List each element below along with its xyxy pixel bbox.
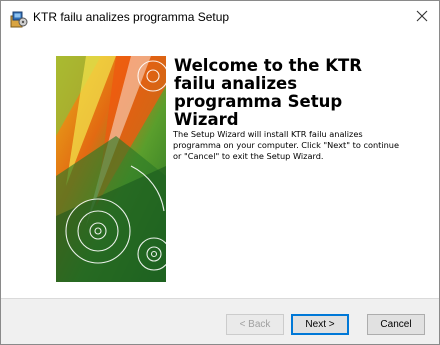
next-button[interactable]: Next > (291, 314, 349, 335)
setup-window: KTR failu analizes programma Setup Welco… (0, 0, 440, 345)
wizard-content: Welcome to the KTR failu analizes progra… (1, 35, 439, 298)
cancel-button[interactable]: Cancel (367, 314, 425, 335)
title-bar: KTR failu analizes programma Setup (1, 1, 439, 35)
installer-icon (10, 10, 28, 28)
back-button[interactable]: < Back (226, 314, 284, 335)
close-button[interactable] (405, 1, 439, 35)
footer-separator (1, 298, 439, 299)
welcome-panel: Welcome to the KTR failu analizes progra… (166, 56, 406, 282)
close-icon (416, 9, 428, 27)
window-title: KTR failu analizes programma Setup (33, 10, 230, 24)
banner-graphic (56, 56, 166, 282)
welcome-heading: Welcome to the KTR failu analizes progra… (174, 56, 362, 129)
welcome-description: The Setup Wizard will install KTR failu … (173, 129, 400, 161)
